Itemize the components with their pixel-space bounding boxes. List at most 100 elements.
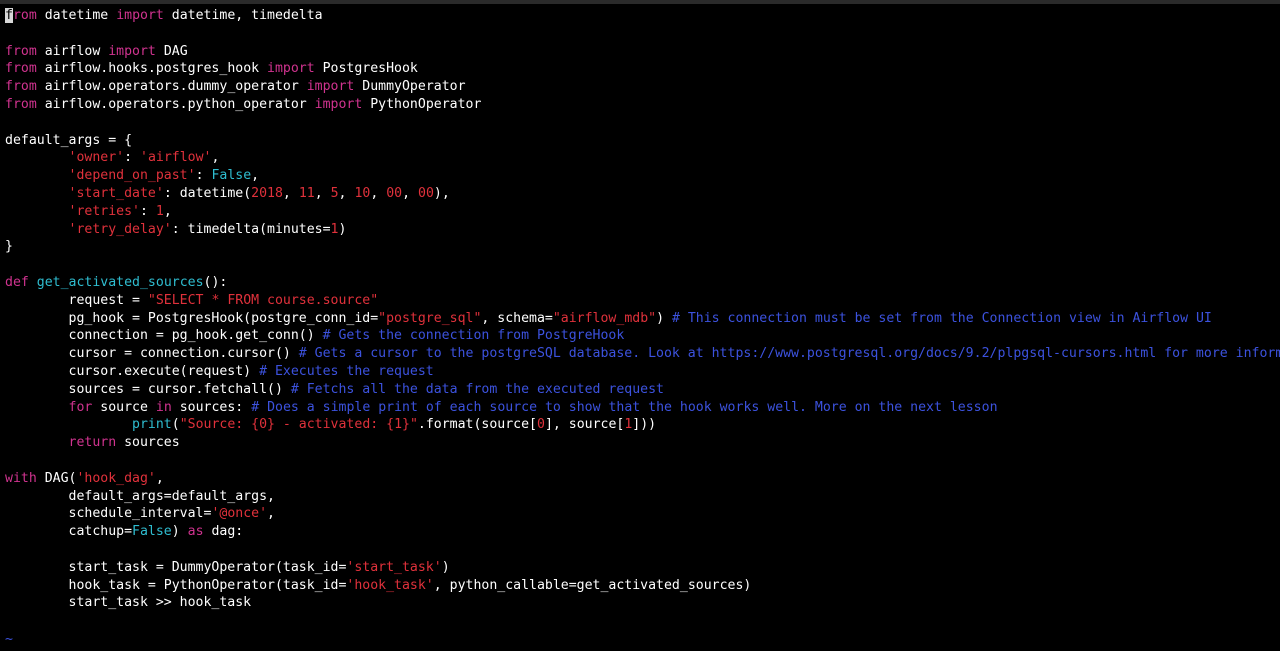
code-line[interactable]: 'retry_delay': timedelta(minutes=1) xyxy=(5,221,1277,239)
code-line[interactable]: pg_hook = PostgresHook(postgre_conn_id="… xyxy=(5,310,1277,328)
code-line[interactable]: with DAG('hook_dag', xyxy=(5,470,1277,488)
code-token-default xyxy=(5,435,69,450)
code-line[interactable]: sources = cursor.fetchall() # Fetchs all… xyxy=(5,381,1277,399)
code-token-default: airflow.hooks.postgres_hook xyxy=(36,61,268,77)
code-token-default: PythonOperator xyxy=(362,96,482,112)
code-token-default: ], source[ xyxy=(544,417,625,433)
code-token-default: sources = cursor.fetchall() xyxy=(5,381,291,397)
code-line[interactable]: from airflow.hooks.postgres_hook import … xyxy=(5,60,1277,78)
code-token-default: default_args = { xyxy=(5,132,133,148)
code-line[interactable]: def get_activated_sources(): xyxy=(5,274,1277,292)
code-token-keyword: import xyxy=(116,8,164,23)
code-token-default: DAG( xyxy=(36,470,77,486)
code-token-default: , xyxy=(338,185,355,201)
code-token-default: default_args=default_args, xyxy=(5,488,275,504)
code-token-default: , schema= xyxy=(481,310,553,326)
code-token-default xyxy=(5,186,69,201)
code-token-keyword: def xyxy=(5,274,29,290)
code-token-default xyxy=(5,150,69,165)
code-token-number: 0 xyxy=(536,417,545,433)
code-token-number: 1 xyxy=(155,203,164,219)
code-token-default xyxy=(29,275,37,290)
code-editor[interactable]: from datetime import datetime, timedelta… xyxy=(5,7,1280,612)
code-line[interactable]: default_args=default_args, xyxy=(5,488,1277,506)
code-token-default: PostgresHook xyxy=(314,61,418,77)
code-token-keyword: from xyxy=(5,96,37,112)
code-token-keyword: import xyxy=(314,96,363,112)
code-token-string: "SELECT * FROM course.source" xyxy=(147,292,379,308)
text-cursor: f xyxy=(5,8,13,23)
code-line[interactable]: hook_task = PythonOperator(task_id='hook… xyxy=(5,577,1277,595)
code-token-default: , xyxy=(251,168,260,184)
code-token-default xyxy=(5,417,132,432)
code-token-string: "postgre_sql" xyxy=(378,310,482,326)
code-token-default: ) xyxy=(338,221,347,237)
code-token-keyword: import xyxy=(108,43,156,59)
code-token-default: datetime, timedelta xyxy=(163,8,323,23)
code-token-string: 'retries' xyxy=(68,203,140,219)
code-line[interactable]: default_args = { xyxy=(5,132,1277,150)
code-line[interactable]: from datetime import datetime, timedelta xyxy=(5,7,1277,25)
code-token-constant: False xyxy=(132,524,172,540)
code-token-default xyxy=(5,204,69,219)
code-token-number: 10 xyxy=(354,185,371,201)
code-token-string: "airflow_mdb" xyxy=(552,310,657,326)
code-line[interactable] xyxy=(5,256,1277,274)
code-token-default: } xyxy=(5,239,13,255)
code-token-keyword: rom xyxy=(12,8,45,23)
terminal-top-border xyxy=(0,0,1280,4)
code-token-string: 'hook_dag' xyxy=(76,470,156,486)
code-line[interactable]: connection = pg_hook.get_conn() # Gets t… xyxy=(5,327,1277,345)
code-token-default: : timedelta(minutes= xyxy=(171,221,331,237)
code-line[interactable]: 'owner': 'airflow', xyxy=(5,149,1277,167)
code-token-default: ])) xyxy=(632,417,657,433)
code-line[interactable]: from airflow.operators.python_operator i… xyxy=(5,96,1277,114)
code-token-default: catchup= xyxy=(5,524,133,540)
code-token-default: .format(source[ xyxy=(417,417,537,433)
code-line[interactable]: 'depend_on_past': False, xyxy=(5,167,1277,185)
code-token-default xyxy=(5,222,69,237)
code-token-default: sources: xyxy=(171,399,252,415)
code-token-default: cursor = connection.cursor() xyxy=(5,346,299,362)
code-token-default: : datetime( xyxy=(163,185,252,201)
code-token-function-name: print xyxy=(132,417,172,433)
code-token-default: , xyxy=(314,185,331,201)
code-token-default: airflow.operators.python_operator xyxy=(36,96,315,112)
code-line[interactable]: start_task >> hook_task xyxy=(5,594,1277,612)
code-token-default: ) xyxy=(656,310,672,326)
code-token-string: 'airflow' xyxy=(140,150,212,166)
code-line[interactable] xyxy=(5,541,1277,559)
code-token-default: ( xyxy=(171,417,180,433)
code-line[interactable]: for source in sources: # Does a simple p… xyxy=(5,399,1277,417)
code-token-number: 11 xyxy=(298,185,315,201)
code-token-constant: False xyxy=(211,168,252,184)
code-line[interactable]: request = "SELECT * FROM course.source" xyxy=(5,292,1277,310)
code-token-default xyxy=(5,400,69,415)
code-token-default: dag: xyxy=(203,524,244,540)
code-line[interactable]: cursor.execute(request) # Executes the r… xyxy=(5,363,1277,381)
code-token-default: (): xyxy=(203,274,228,290)
code-token-keyword: with xyxy=(5,470,37,486)
code-token-comment: # Does a simple print of each source to … xyxy=(251,399,998,415)
code-line[interactable]: print("Source: {0} - activated: {1}".for… xyxy=(5,416,1277,434)
code-line[interactable] xyxy=(5,114,1277,132)
code-token-default: pg_hook = PostgresHook(postgre_conn_id= xyxy=(5,310,379,326)
code-line[interactable]: 'start_date': datetime(2018, 11, 5, 10, … xyxy=(5,185,1277,203)
code-token-default: , xyxy=(282,185,299,201)
code-line[interactable]: start_task = DummyOperator(task_id='star… xyxy=(5,559,1277,577)
code-line[interactable] xyxy=(5,25,1277,43)
code-line[interactable]: return sources xyxy=(5,434,1277,452)
code-line[interactable] xyxy=(5,452,1277,470)
code-line[interactable]: catchup=False) as dag: xyxy=(5,523,1277,541)
code-line[interactable]: schedule_interval='@once', xyxy=(5,505,1277,523)
code-token-comment: # Gets the connection from PostgreHook xyxy=(322,328,625,344)
code-line[interactable]: } xyxy=(5,238,1277,256)
code-token-default: start_task = DummyOperator(task_id= xyxy=(5,559,347,575)
code-line[interactable]: 'retries': 1, xyxy=(5,203,1277,221)
code-line[interactable]: cursor = connection.cursor() # Gets a cu… xyxy=(5,345,1280,363)
code-token-string: 'owner' xyxy=(68,150,125,166)
code-token-default: : xyxy=(124,150,140,166)
code-line[interactable]: from airflow import DAG xyxy=(5,43,1277,61)
code-token-default: connection = pg_hook.get_conn() xyxy=(5,328,323,344)
code-line[interactable]: from airflow.operators.dummy_operator im… xyxy=(5,78,1277,96)
